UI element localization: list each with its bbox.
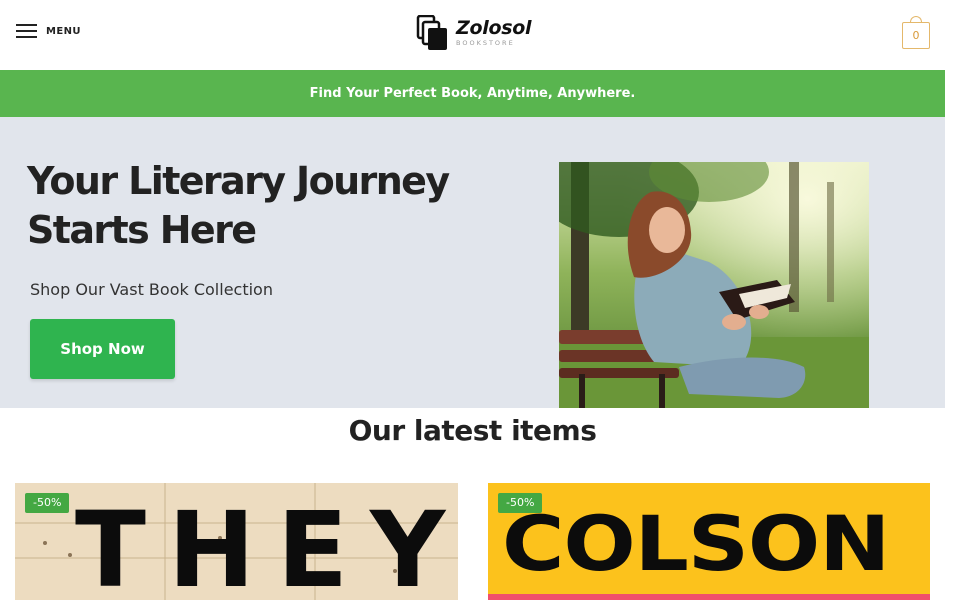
hero-section: Your Literary Journey Starts Here Shop O… xyxy=(0,117,945,408)
product-card[interactable]: -50% THEY xyxy=(15,483,458,600)
latest-items-title: Our latest items xyxy=(348,414,597,447)
menu-label: MENU xyxy=(46,25,81,37)
hero-subtitle: Shop Our Vast Book Collection xyxy=(30,280,273,299)
menu-button[interactable]: MENU xyxy=(16,24,81,38)
logo-name: Zolosol xyxy=(456,17,532,39)
promo-text: Find Your Perfect Book, Anytime, Anywher… xyxy=(309,86,636,101)
shop-now-button[interactable]: Shop Now xyxy=(30,319,175,379)
bag-icon xyxy=(910,16,922,23)
book-cover-text: COLSON xyxy=(502,499,890,588)
hero-title-line1: Your Literary Journey xyxy=(27,159,450,203)
hero-reading-woman-image xyxy=(559,162,869,408)
product-card[interactable]: -50% COLSON xyxy=(488,483,930,600)
cover-stripe xyxy=(488,594,930,600)
promo-bar: Find Your Perfect Book, Anytime, Anywher… xyxy=(0,70,945,117)
site-logo[interactable]: Zolosol BOOKSTORE xyxy=(416,15,531,51)
hero-title-line2: Starts Here xyxy=(27,208,257,252)
hero-title: Your Literary Journey Starts Here xyxy=(27,157,507,255)
cart-button[interactable]: 0 xyxy=(902,16,930,49)
logo-subtitle: BOOKSTORE xyxy=(456,39,515,47)
cart-count: 0 xyxy=(912,29,920,42)
sale-badge: -50% xyxy=(498,493,543,513)
books-logo-icon xyxy=(416,15,447,50)
sale-badge: -50% xyxy=(25,493,70,513)
site-header: MENU Zolosol BOOKSTORE 0 xyxy=(0,0,945,70)
book-cover-text: THEY xyxy=(75,489,458,600)
hamburger-icon xyxy=(16,24,37,38)
